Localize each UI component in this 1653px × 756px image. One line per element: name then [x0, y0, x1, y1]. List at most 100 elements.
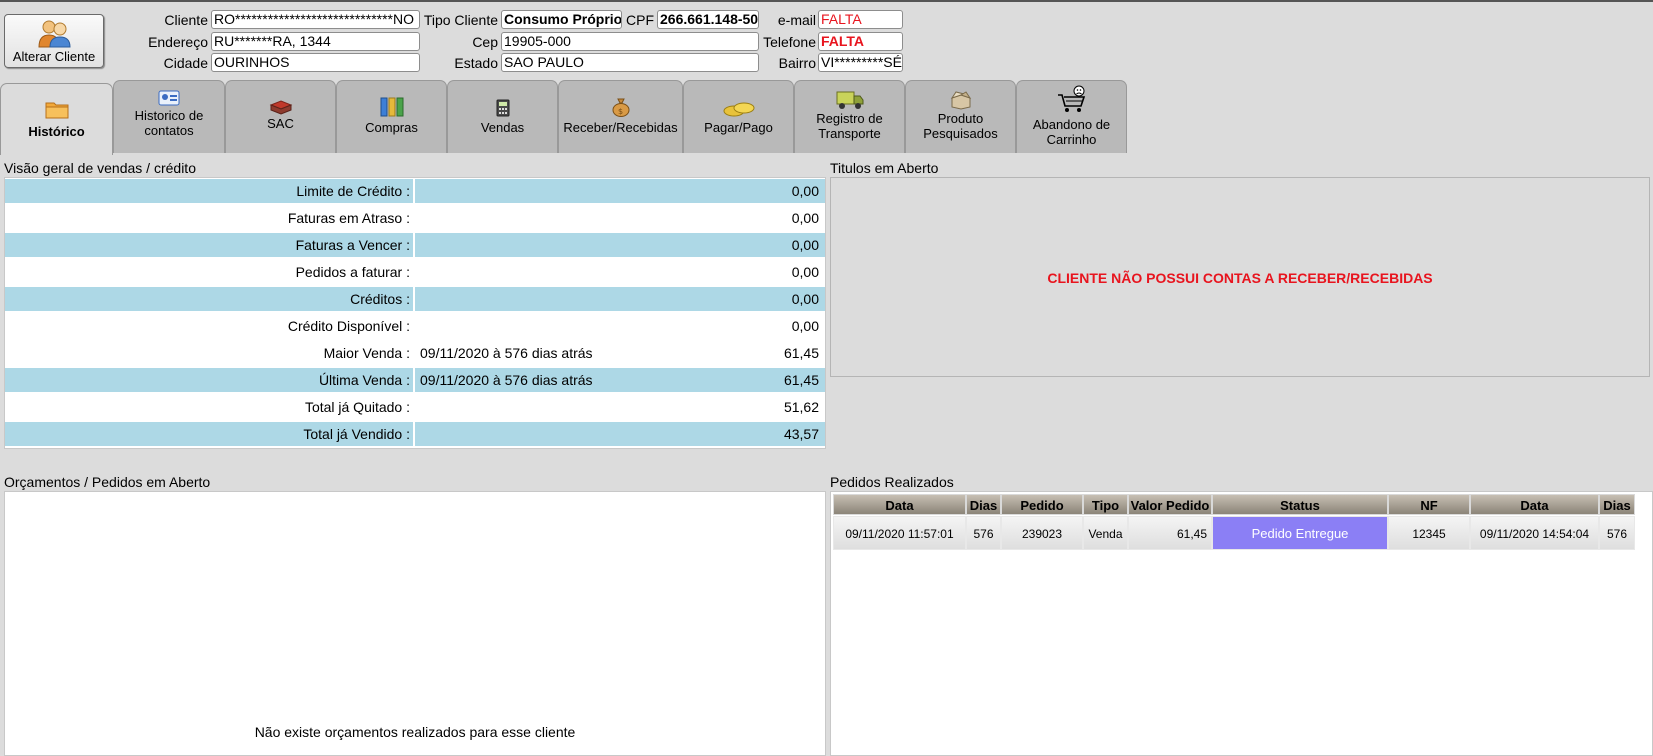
svg-text:$: $: [618, 107, 623, 116]
status-badge[interactable]: Pedido Entregue: [1212, 516, 1388, 550]
col-header-tipo[interactable]: Tipo: [1083, 494, 1128, 515]
overview-row: Pedidos a faturar : 0,00: [5, 260, 823, 285]
tab-label: Vendas: [480, 120, 525, 135]
overview-row: Créditos : 0,00: [5, 287, 825, 312]
titulos-empty-message: CLIENTE NÃO POSSUI CONTAS A RECEBER/RECE…: [1047, 270, 1433, 286]
overview-row-value: 61,45: [783, 345, 819, 361]
overview-row-detail: 0,00: [415, 287, 825, 311]
coins-icon: [723, 102, 754, 117]
overview-row-value: 61,45: [783, 372, 819, 388]
tab-label: Abandono de Carrinho: [1032, 117, 1111, 147]
overview-row: Última Venda :09/11/2020 à 576 dias atrá…: [5, 368, 825, 393]
email-label: e-mail: [777, 12, 816, 28]
col-header-nf[interactable]: NF: [1388, 494, 1470, 515]
estado-field[interactable]: SAO PAULO: [501, 53, 759, 72]
cidade-field[interactable]: OURINHOS: [211, 53, 420, 72]
overview-row-value: 0,00: [791, 291, 819, 307]
table-cell-nf[interactable]: 12345: [1388, 516, 1470, 550]
overview-row: Total já Vendido : 43,57: [5, 422, 825, 447]
overview-title: Visão geral de vendas / crédito: [4, 160, 196, 176]
titulos-title: Titulos em Aberto: [830, 160, 939, 176]
table-cell-data[interactable]: 09/11/2020 11:57:01: [833, 516, 966, 550]
tab-abandono-carrinho[interactable]: Abandono de Carrinho: [1016, 80, 1127, 153]
overview-row-label: Crédito Disponível :: [287, 318, 410, 334]
overview-row-value: 51,62: [783, 399, 819, 415]
overview-row: Faturas em Atraso : 0,00: [5, 206, 823, 231]
overview-row: Limite de Crédito : 0,00: [5, 179, 825, 204]
table-cell-valor-pedido[interactable]: 61,45: [1128, 516, 1212, 550]
tipo-cliente-field[interactable]: Consumo Próprio: [501, 10, 622, 29]
table-cell-tipo[interactable]: Venda: [1083, 516, 1128, 550]
book-icon: [269, 100, 292, 115]
overview-row-detail: 09/11/2020 à 576 dias atrás 61,45: [415, 368, 825, 392]
overview-row-detail: 0,00: [415, 260, 825, 284]
open-box-icon: [950, 91, 971, 110]
tab-label: SAC: [267, 116, 294, 131]
endereco-field[interactable]: RU*******RA, 1344: [211, 32, 420, 51]
cliente-label: Cliente: [164, 12, 208, 28]
overview-row-value: 43,57: [783, 426, 819, 442]
tab-produto-pesquisados[interactable]: Produto Pesquisados: [905, 80, 1016, 153]
cidade-label: Cidade: [163, 55, 208, 71]
table-cell-dias[interactable]: 576: [966, 516, 1001, 550]
overview-row-detail: 51,62: [415, 395, 825, 419]
bairro-field[interactable]: VI*********SÉ: [818, 53, 903, 72]
binders-icon: [380, 97, 403, 117]
col-header-dias-2[interactable]: Dias: [1599, 494, 1635, 515]
overview-row-value: 0,00: [791, 210, 819, 226]
estado-label: Estado: [454, 55, 498, 71]
alter-client-label: Alterar Cliente: [12, 49, 96, 64]
cep-label: Cep: [472, 34, 498, 50]
orcamentos-empty-message: Não existe orçamentos realizados para es…: [254, 724, 576, 740]
col-header-data-2[interactable]: Data: [1470, 494, 1599, 515]
tab-vendas[interactable]: Vendas: [447, 80, 558, 153]
tab-registro-transporte[interactable]: Registro de Transporte: [794, 80, 905, 153]
cpf-field[interactable]: 266.661.148-50: [657, 10, 759, 29]
col-header-status[interactable]: Status: [1212, 494, 1388, 515]
cliente-field[interactable]: RO*****************************NO: [211, 10, 420, 29]
col-header-valor-pedido[interactable]: Valor Pedido: [1128, 494, 1212, 515]
contact-card-icon: [158, 90, 180, 106]
cep-field[interactable]: 19905-000: [501, 32, 759, 51]
overview-row-value: 0,00: [791, 264, 819, 280]
tab-pagar-pago[interactable]: Pagar/Pago: [683, 80, 794, 153]
telefone-label: Telefone: [763, 34, 816, 50]
table-cell-pedido[interactable]: 239023: [1001, 516, 1083, 550]
client-header: Alterar Cliente Cliente RO**************…: [0, 2, 1653, 80]
overview-row-value: 0,00: [791, 318, 819, 334]
truck-icon: [836, 91, 863, 109]
tab-label: Registro de Transporte: [816, 111, 883, 141]
table-cell-dias-2[interactable]: 576: [1599, 516, 1635, 550]
alter-client-button[interactable]: Alterar Cliente: [4, 14, 104, 68]
bairro-label: Bairro: [778, 55, 816, 71]
pedidos-title: Pedidos Realizados: [830, 474, 954, 490]
tab-historico[interactable]: Histórico: [0, 83, 113, 155]
table-cell-data-2[interactable]: 09/11/2020 14:54:04: [1470, 516, 1599, 550]
tab-sac[interactable]: SAC: [225, 80, 336, 153]
overview-row-label: Pedidos a faturar :: [295, 264, 410, 280]
overview-row-detail: 43,57: [415, 422, 825, 446]
col-header-dias[interactable]: Dias: [966, 494, 1001, 515]
cpf-label: CPF: [626, 12, 654, 28]
overview-row-value: 0,00: [791, 183, 819, 199]
overview-row-value: 0,00: [791, 237, 819, 253]
email-field[interactable]: FALTA: [818, 10, 903, 29]
tab-bar: Histórico Historico de contatos SAC Comp…: [0, 80, 1130, 155]
telefone-field[interactable]: FALTA: [818, 32, 903, 51]
calculator-icon: [496, 99, 509, 117]
overview-row-label: Maior Venda :: [323, 345, 410, 361]
money-bag-icon: $: [612, 98, 629, 117]
overview-row: Crédito Disponível : 0,00: [5, 314, 823, 339]
overview-row-label: Faturas a Vencer :: [5, 233, 413, 257]
tab-historico-contatos[interactable]: Historico de contatos: [113, 80, 225, 153]
tab-label: Historico de contatos: [134, 108, 204, 138]
users-icon: [38, 20, 71, 48]
col-header-data[interactable]: Data: [833, 494, 966, 515]
tab-label: Histórico: [28, 124, 85, 139]
endereco-label: Endereço: [148, 34, 208, 50]
tab-receber-recebidas[interactable]: $ Receber/Recebidas: [558, 80, 683, 153]
col-header-pedido[interactable]: Pedido: [1001, 494, 1083, 515]
tab-label: Produto Pesquisados: [923, 111, 998, 141]
tab-compras[interactable]: Compras: [336, 80, 447, 153]
overview-row-label: Total já Quitado :: [304, 399, 410, 415]
